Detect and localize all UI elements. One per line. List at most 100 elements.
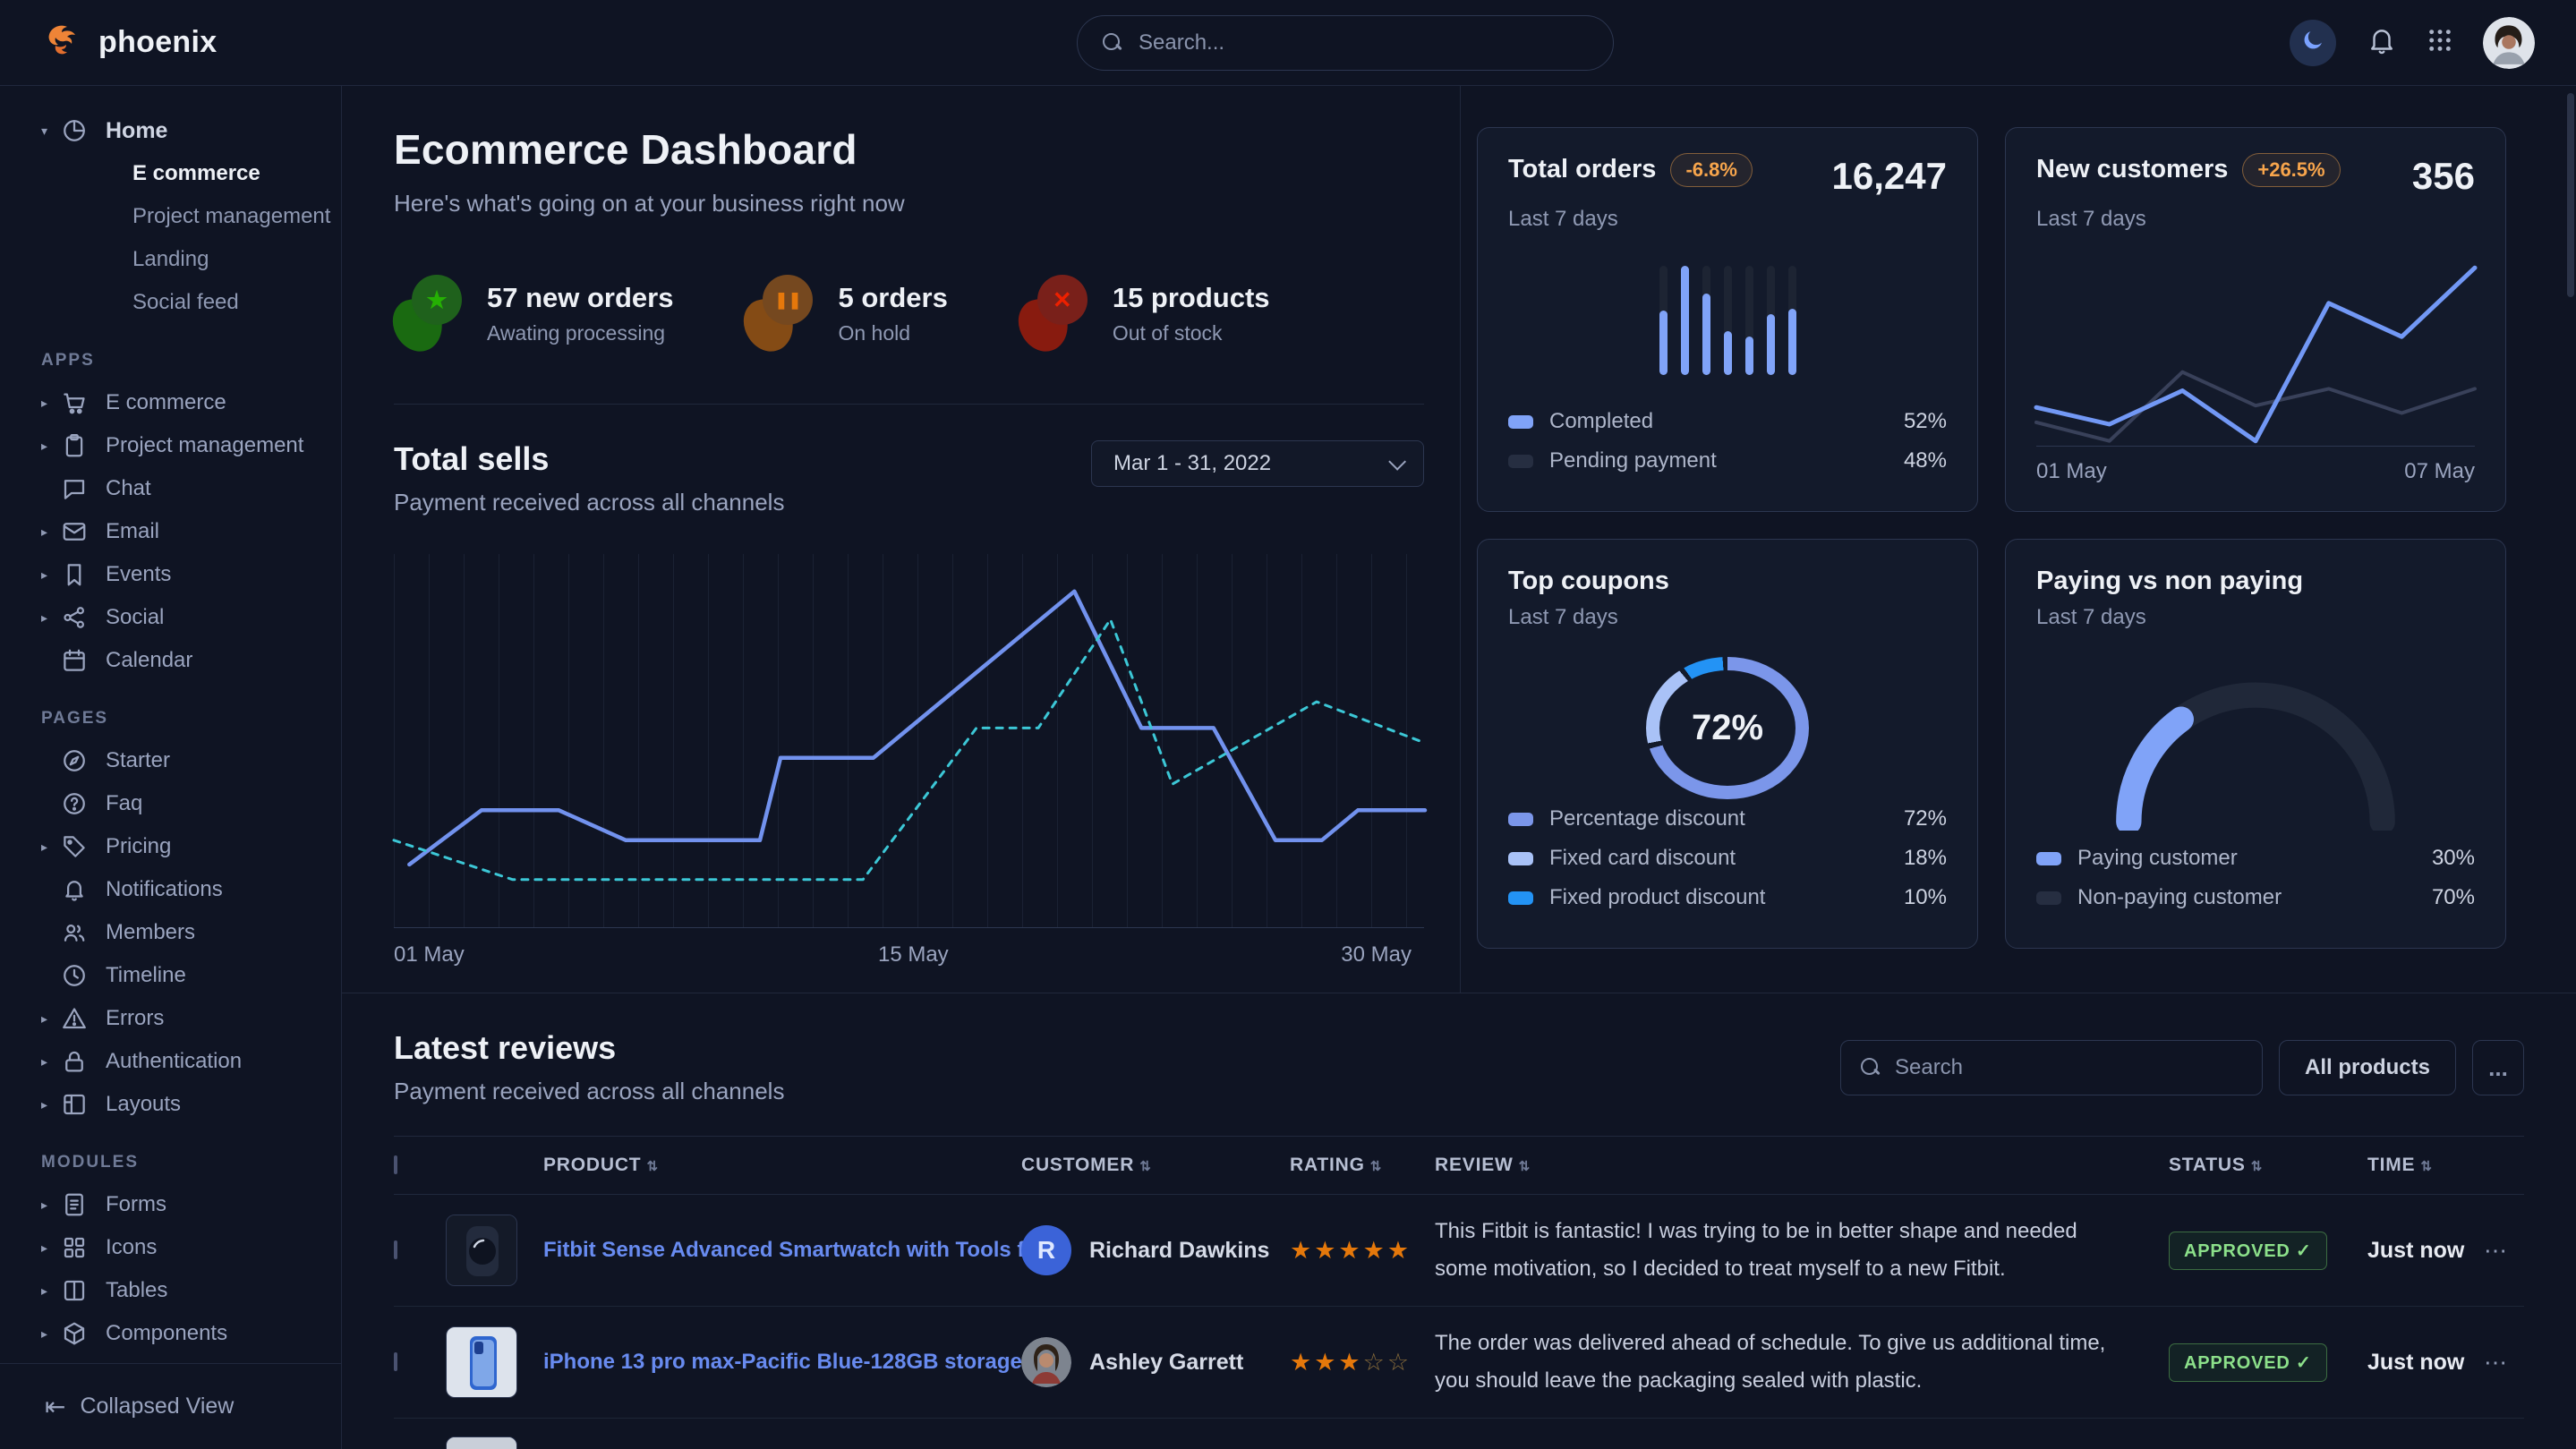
trend-badge: -6.8% bbox=[1670, 153, 1752, 187]
sidebar-item-social[interactable]: ▸Social bbox=[41, 596, 341, 639]
total-orders-card: Total orders -6.8% 16,247 Last 7 days Co… bbox=[1477, 127, 1978, 512]
sidebar-item-starter[interactable]: Starter bbox=[41, 739, 341, 782]
caret-right-icon: ▸ bbox=[41, 396, 61, 411]
sidebar-item-calendar[interactable]: Calendar bbox=[41, 639, 341, 682]
help-icon bbox=[61, 790, 88, 817]
sidebar-item-authentication[interactable]: ▸Authentication bbox=[41, 1040, 341, 1083]
sidebar-item-components[interactable]: ▸Components bbox=[41, 1312, 341, 1355]
customer-cell[interactable]: RRichard Dawkins bbox=[1021, 1225, 1290, 1275]
sidebar-item-project-management[interactable]: ▸ Project management bbox=[41, 424, 341, 467]
sidebar-item-label: Project management bbox=[106, 433, 303, 458]
sidebar-item-pricing[interactable]: ▸Pricing bbox=[41, 825, 341, 868]
stat-caption: On hold bbox=[838, 321, 947, 345]
column-header-customer[interactable]: CUSTOMER⇅ bbox=[1021, 1155, 1290, 1176]
sidebar-item-e-commerce[interactable]: E commerce bbox=[132, 152, 341, 195]
more-options-button[interactable]: ... bbox=[2472, 1040, 2524, 1095]
all-products-button[interactable]: All products bbox=[2279, 1040, 2456, 1095]
stat-value: 5 orders bbox=[838, 282, 947, 314]
product-link[interactable]: Fitbit Sense Advanced Smartwatch with To… bbox=[543, 1238, 1082, 1262]
sidebar-item-project-management[interactable]: Project management bbox=[132, 195, 341, 238]
dashboard-cards: Total orders -6.8% 16,247 Last 7 days Co… bbox=[1461, 86, 2576, 993]
caret-right-icon: ▸ bbox=[41, 840, 61, 855]
product-link[interactable]: iPhone 13 pro max-Pacific Blue-128GB sto… bbox=[543, 1350, 1049, 1374]
review-time: Just now bbox=[2367, 1350, 2464, 1375]
reviews-search[interactable] bbox=[1840, 1040, 2263, 1095]
new-customers-value: 356 bbox=[2412, 155, 2475, 198]
customer-cell[interactable]: Ashley Garrett bbox=[1021, 1337, 1290, 1387]
sidebar-item-chat[interactable]: Chat bbox=[41, 467, 341, 510]
sidebar-item-icons[interactable]: ▸Icons bbox=[41, 1226, 341, 1269]
legend-row: Fixed card discount18% bbox=[1508, 839, 1947, 878]
sidebar-item-label: Members bbox=[106, 920, 195, 945]
global-search-input[interactable] bbox=[1139, 30, 1588, 55]
legend-value: 18% bbox=[1904, 846, 1947, 871]
row-actions-button[interactable]: ⋯ bbox=[2484, 1237, 2509, 1264]
email-icon bbox=[61, 518, 88, 545]
paying-legend: Paying customer30%Non-paying customer70% bbox=[2036, 839, 2475, 921]
global-search[interactable] bbox=[1077, 15, 1614, 71]
column-header-rating[interactable]: RATING⇅ bbox=[1290, 1155, 1435, 1176]
apps-menu-button[interactable] bbox=[2427, 28, 2452, 57]
sidebar-item-email[interactable]: ▸Email bbox=[41, 510, 341, 553]
brand-logo[interactable]: phoenix bbox=[41, 19, 217, 66]
caret-right-icon: ▸ bbox=[41, 524, 61, 540]
notifications-button[interactable] bbox=[2367, 25, 2397, 60]
sidebar-item-e-commerce[interactable]: ▸E commerce bbox=[41, 381, 341, 424]
main-content: Ecommerce Dashboard Here's what's going … bbox=[342, 86, 2576, 1449]
sidebar-item-tables[interactable]: ▸Tables bbox=[41, 1269, 341, 1312]
card-period: Last 7 days bbox=[1508, 605, 1947, 630]
product-thumbnail[interactable] bbox=[446, 1436, 517, 1449]
sidebar-item-errors[interactable]: ▸Errors bbox=[41, 997, 341, 1040]
product-thumbnail[interactable] bbox=[446, 1326, 517, 1398]
sidebar-item-label: Layouts bbox=[106, 1092, 181, 1117]
caret-right-icon: ▸ bbox=[41, 1097, 61, 1112]
sort-icon: ⇅ bbox=[1519, 1159, 1531, 1174]
sidebar-item-faq[interactable]: Faq bbox=[41, 782, 341, 825]
order-bar bbox=[1659, 266, 1668, 375]
row-checkbox[interactable] bbox=[394, 1352, 397, 1371]
total-orders-value: 16,247 bbox=[1832, 155, 1947, 198]
sidebar-item-label: Forms bbox=[106, 1192, 166, 1217]
reviews-search-input[interactable] bbox=[1895, 1055, 2242, 1080]
column-header-time[interactable]: TIME⇅ bbox=[2367, 1155, 2484, 1176]
file-text-icon bbox=[61, 1191, 88, 1218]
caret-right-icon: ▸ bbox=[41, 610, 61, 626]
sidebar-item-timeline[interactable]: Timeline bbox=[41, 954, 341, 997]
caret-right-icon: ▸ bbox=[41, 439, 61, 454]
pause-status-icon: ❚❚ bbox=[745, 275, 815, 352]
sidebar-item-label: Icons bbox=[106, 1235, 157, 1260]
sidebar-item-social-feed[interactable]: Social feed bbox=[132, 281, 341, 324]
dashboard-left-column: Ecommerce Dashboard Here's what's going … bbox=[342, 86, 1461, 993]
row-actions-button[interactable]: ⋯ bbox=[2484, 1349, 2509, 1376]
x-tick: 01 May bbox=[2036, 459, 2107, 484]
home-sub-list: E commerceProject managementLandingSocia… bbox=[132, 152, 341, 324]
sidebar-item-forms[interactable]: ▸Forms bbox=[41, 1183, 341, 1226]
sort-icon: ⇅ bbox=[1139, 1159, 1151, 1174]
sidebar-item-home[interactable]: ▾Home bbox=[41, 109, 341, 152]
column-header-review[interactable]: REVIEW⇅ bbox=[1435, 1155, 2169, 1176]
legend-value: 30% bbox=[2432, 846, 2475, 871]
column-header-status[interactable]: STATUS⇅ bbox=[2169, 1155, 2367, 1176]
theme-toggle-button[interactable] bbox=[2290, 20, 2336, 66]
order-bar bbox=[1724, 266, 1732, 375]
date-range-select[interactable]: Mar 1 - 31, 2022 bbox=[1091, 440, 1424, 487]
sidebar-item-layouts[interactable]: ▸ Layouts bbox=[41, 1083, 341, 1126]
review-time: Just now bbox=[2367, 1238, 2464, 1263]
page-scrollbar[interactable] bbox=[2567, 93, 2574, 297]
sort-icon: ⇅ bbox=[2251, 1159, 2263, 1174]
reviews-table-header: PRODUCT⇅CUSTOMER⇅RATING⇅REVIEW⇅STATUS⇅TI… bbox=[394, 1136, 2524, 1195]
sidebar-item-landing[interactable]: Landing bbox=[132, 238, 341, 281]
user-avatar[interactable] bbox=[2483, 17, 2535, 69]
collapsed-view-toggle[interactable]: ⇤ Collapsed View bbox=[0, 1363, 341, 1449]
product-thumbnail[interactable] bbox=[446, 1215, 517, 1286]
sidebar-item-notifications[interactable]: Notifications bbox=[41, 868, 341, 911]
row-checkbox[interactable] bbox=[394, 1240, 397, 1259]
sidebar-item-events[interactable]: ▸Events bbox=[41, 553, 341, 596]
card-period: Last 7 days bbox=[2036, 605, 2475, 630]
dashboard-top-section: Ecommerce Dashboard Here's what's going … bbox=[342, 86, 2576, 993]
column-header-product[interactable]: PRODUCT⇅ bbox=[543, 1155, 1021, 1176]
sidebar-item-members[interactable]: Members bbox=[41, 911, 341, 954]
select-all-checkbox[interactable] bbox=[394, 1155, 397, 1174]
search-icon bbox=[1861, 1058, 1881, 1078]
caret-right-icon: ▸ bbox=[41, 567, 61, 583]
